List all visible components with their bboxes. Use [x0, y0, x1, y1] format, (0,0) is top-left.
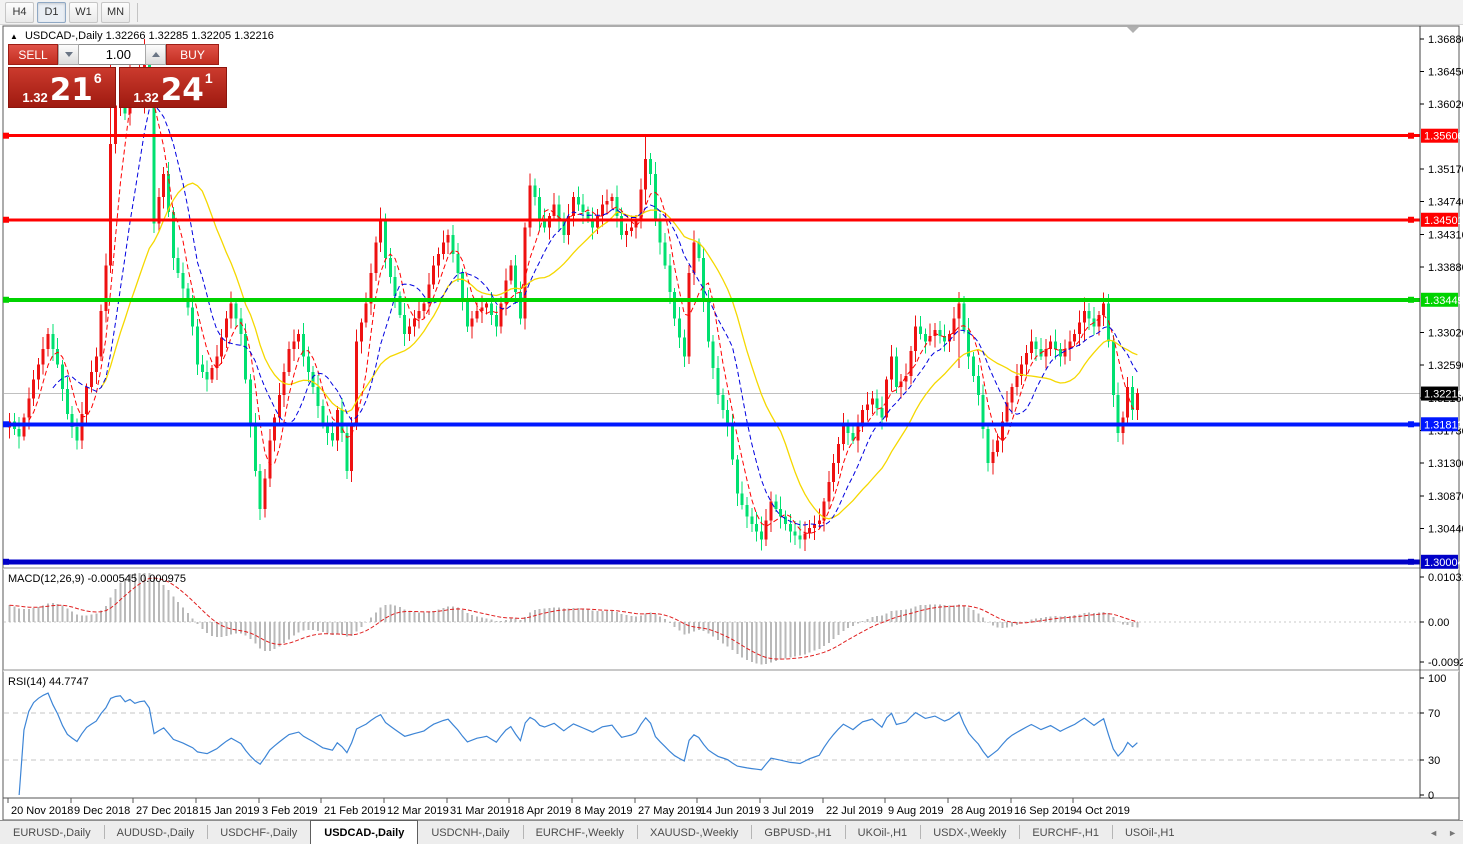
svg-text:1.30440: 1.30440	[1428, 524, 1463, 536]
svg-text:14 Jun 2019: 14 Jun 2019	[700, 805, 761, 817]
sell-price-display[interactable]: 1.32 21 6	[8, 67, 116, 108]
svg-text:1.30870: 1.30870	[1428, 491, 1463, 503]
terminal-window: 1.36880 1.36450 1.36020 1.35170 1.34740 1.343…	[0, 0, 1463, 844]
sell-price-pip-digit: 6	[93, 70, 102, 86]
svg-text:1.30004: 1.30004	[1424, 557, 1463, 569]
buy-button[interactable]: BUY	[166, 44, 219, 65]
svg-text:0.00: 0.00	[1428, 617, 1449, 629]
svg-text:21 Feb 2019: 21 Feb 2019	[324, 805, 386, 817]
hline-anchor-right[interactable]	[1408, 558, 1414, 565]
symbol-tab-usdx-weekly[interactable]: USDX-,Weekly	[920, 821, 1019, 844]
triangle-up-icon	[151, 52, 160, 57]
symbol-tab-bar: EURUSD-,Daily AUDUSD-,Daily USDCHF-,Daily U…	[0, 820, 1463, 844]
tab-scroll-right-icon[interactable]: ►	[1448, 828, 1457, 838]
svg-text:1.35170: 1.35170	[1428, 164, 1463, 176]
symbol-tab-eurchf-h1[interactable]: EURCHF-,H1	[1019, 821, 1112, 844]
timeframe-toolbar: H4 D1 W1 MN	[0, 0, 1463, 25]
svg-text:9 Aug 2019: 9 Aug 2019	[888, 805, 944, 817]
svg-text:1.36880: 1.36880	[1428, 34, 1463, 46]
tab-scroll-controls: ◄ ►	[1429, 821, 1457, 844]
buy-price-big-digits: 24	[160, 72, 204, 108]
svg-text:20 Nov 2018: 20 Nov 2018	[11, 805, 73, 817]
volume-input[interactable]: 1.00	[79, 44, 145, 65]
svg-text:31 Mar 2019: 31 Mar 2019	[450, 805, 512, 817]
svg-text:1.31300: 1.31300	[1428, 458, 1463, 470]
chart-title: ▲ USDCAD-,Daily 1.32266 1.32285 1.32205 …	[10, 30, 274, 42]
symbol-tab-ukoil-h1[interactable]: UKOil-,H1	[844, 821, 921, 844]
svg-text:27 Dec 2018: 27 Dec 2018	[136, 805, 198, 817]
svg-text:18 Apr 2019: 18 Apr 2019	[512, 805, 571, 817]
buy-price-pip-digit: 1	[204, 70, 213, 86]
svg-text:1.34501: 1.34501	[1424, 215, 1463, 227]
triangle-down-icon	[64, 52, 73, 57]
svg-text:1.34310: 1.34310	[1428, 229, 1463, 241]
svg-text:1.33449: 1.33449	[1424, 295, 1463, 307]
svg-text:3 Jul 2019: 3 Jul 2019	[763, 805, 814, 817]
symbol-tab-usdchf-daily[interactable]: USDCHF-,Daily	[207, 821, 310, 844]
svg-text:-0.009203: -0.009203	[1428, 657, 1463, 669]
chart-canvas[interactable]: 1.36880 1.36450 1.36020 1.35170 1.34740 1.343…	[0, 0, 1463, 844]
sell-price-prefix: 1.32	[22, 90, 48, 105]
chart-symbol-label: USDCAD-,Daily	[24, 30, 103, 42]
macd-indicator-label: MACD(12,26,9) -0.000545 0.000975	[8, 573, 186, 585]
timeframe-button-d1[interactable]: D1	[37, 1, 66, 23]
svg-text:70: 70	[1428, 708, 1440, 720]
svg-text:27 May 2019: 27 May 2019	[638, 805, 702, 817]
sell-button[interactable]: SELL	[8, 44, 58, 65]
svg-text:28 Aug 2019: 28 Aug 2019	[951, 805, 1013, 817]
svg-text:0.010311: 0.010311	[1428, 572, 1463, 584]
svg-text:8 May 2019: 8 May 2019	[575, 805, 632, 817]
tab-scroll-left-icon[interactable]: ◄	[1429, 828, 1438, 838]
svg-text:16 Sep 2019: 16 Sep 2019	[1014, 805, 1076, 817]
hline-anchor-right[interactable]	[1408, 216, 1414, 223]
hline-anchor-left[interactable]	[3, 132, 9, 139]
symbol-tab-usoil-h1[interactable]: USOil-,H1	[1111, 821, 1188, 844]
svg-text:1.36020: 1.36020	[1428, 99, 1463, 111]
symbol-tab-usdcnh-daily[interactable]: USDCNH-,Daily	[418, 821, 522, 844]
buy-price-display[interactable]: 1.32 24 1	[119, 67, 227, 108]
hline-anchor-right[interactable]	[1408, 132, 1414, 139]
symbol-tab-usdcad-daily[interactable]: USDCAD-,Daily	[310, 820, 419, 844]
svg-text:1.32216: 1.32216	[1424, 389, 1463, 401]
toolbar-separator	[137, 2, 138, 22]
svg-text:4 Oct 2019: 4 Oct 2019	[1076, 805, 1130, 817]
one-click-trading-panel: SELL 1.00 BUY 1.32 21 6 1.32 24 1	[8, 44, 227, 108]
svg-text:15 Jan 2019: 15 Jan 2019	[199, 805, 260, 817]
sell-price-big-digits: 21	[49, 72, 93, 108]
hline-anchor-left[interactable]	[3, 296, 9, 303]
symbol-tab-gbpusd-h1[interactable]: GBPUSD-,H1	[751, 821, 844, 844]
volume-decrease-button[interactable]	[58, 44, 79, 65]
hline-anchor-right[interactable]	[1408, 296, 1414, 303]
timeframe-button-mn[interactable]: MN	[101, 1, 130, 23]
svg-text:22 Jul 2019: 22 Jul 2019	[826, 805, 883, 817]
svg-text:30: 30	[1428, 755, 1440, 767]
symbol-tab-eurchf-weekly[interactable]: EURCHF-,Weekly	[522, 821, 637, 844]
svg-text:12 Mar 2019: 12 Mar 2019	[387, 805, 449, 817]
svg-text:9 Dec 2018: 9 Dec 2018	[74, 805, 130, 817]
volume-increase-button[interactable]	[145, 44, 166, 65]
timeframe-button-h4[interactable]: H4	[5, 1, 34, 23]
svg-text:100: 100	[1428, 673, 1446, 685]
timeframe-button-w1[interactable]: W1	[69, 1, 98, 23]
symbol-tab-eurusd-daily[interactable]: EURUSD-,Daily	[0, 821, 104, 844]
svg-text:1.33880: 1.33880	[1428, 262, 1463, 274]
svg-text:0: 0	[1428, 790, 1434, 802]
hline-anchor-right[interactable]	[1408, 421, 1414, 428]
hline-anchor-left[interactable]	[3, 421, 9, 428]
hline-anchor-left[interactable]	[3, 216, 9, 223]
svg-text:1.34740: 1.34740	[1428, 197, 1463, 209]
symbol-collapse-icon[interactable]: ▲	[10, 32, 18, 41]
symbol-tab-audusd-daily[interactable]: AUDUSD-,Daily	[103, 821, 208, 844]
svg-text:1.31812: 1.31812	[1424, 419, 1463, 431]
svg-text:1.36450: 1.36450	[1428, 67, 1463, 79]
buy-price-prefix: 1.32	[133, 90, 159, 105]
svg-text:3 Feb 2019: 3 Feb 2019	[262, 805, 318, 817]
svg-text:1.35606: 1.35606	[1424, 131, 1463, 143]
svg-text:1.33020: 1.33020	[1428, 327, 1463, 339]
rsi-indicator-label: RSI(14) 44.7747	[8, 676, 89, 688]
hline-anchor-left[interactable]	[3, 558, 9, 565]
symbol-tab-xauusd-weekly[interactable]: XAUUSD-,Weekly	[636, 821, 751, 844]
svg-text:1.32590: 1.32590	[1428, 360, 1463, 372]
chart-ohlc-values: 1.32266 1.32285 1.32205 1.32216	[105, 30, 274, 42]
